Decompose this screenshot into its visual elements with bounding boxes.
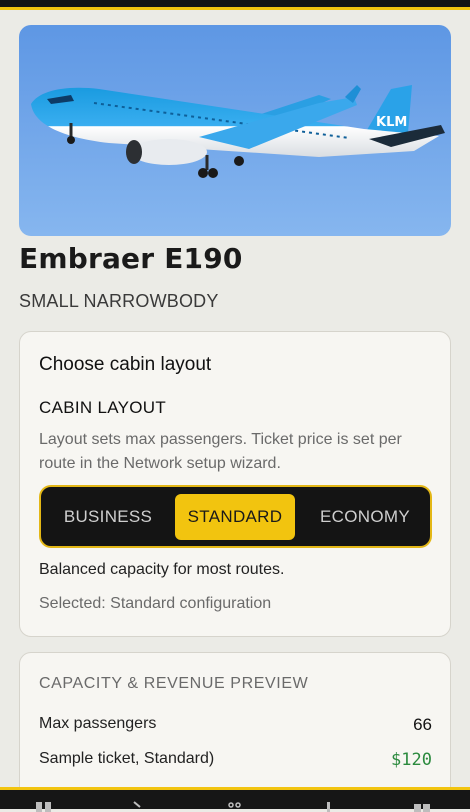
preview-row: Max passengers 66 [39,715,432,739]
option-business[interactable]: BUSINESS [57,494,159,540]
network-icon[interactable] [226,800,244,812]
aircraft-name: Embraer E190 [19,242,243,275]
cabin-layout-label: CABIN LAYOUT [39,398,167,417]
arrow-icon[interactable] [130,800,148,812]
aircraft-image: KLM [19,25,451,236]
stats-icon[interactable] [320,800,338,812]
sample-ticket-label: Sample ticket, Standard) [39,750,215,767]
card-heading: Choose cabin layout [39,354,212,375]
aircraft-class: SMALL NARROWBODY [19,291,219,311]
top-status-bar [0,0,470,10]
max-passengers-label: Max passengers [39,715,157,732]
livery-text: KLM [376,115,407,130]
capacity-preview-card: CAPACITY & REVENUE PREVIEW Max passenger… [19,652,451,802]
bottom-nav [0,787,470,812]
sample-ticket-value: $120 [391,750,432,770]
cabin-layout-description: Layout sets max passengers. Ticket price… [39,431,402,472]
max-passengers-value: 66 [413,715,432,734]
cabin-layout-selector: BUSINESS STANDARD ECONOMY [39,485,432,548]
aircraft-photo: KLM [19,25,451,236]
preview-row: Sample ticket, Standard) $120 [39,750,432,774]
grid-icon[interactable] [414,800,432,812]
option-standard[interactable]: STANDARD [175,494,295,540]
option-note: Balanced capacity for most routes. [39,561,285,578]
option-economy[interactable]: ECONOMY [311,494,419,540]
selected-configuration: Selected: Standard configuration [39,595,272,612]
routes-icon[interactable] [36,800,54,812]
cabin-layout-card: Choose cabin layout CABIN LAYOUT Layout … [19,331,451,637]
preview-label: CAPACITY & REVENUE PREVIEW [39,675,309,692]
